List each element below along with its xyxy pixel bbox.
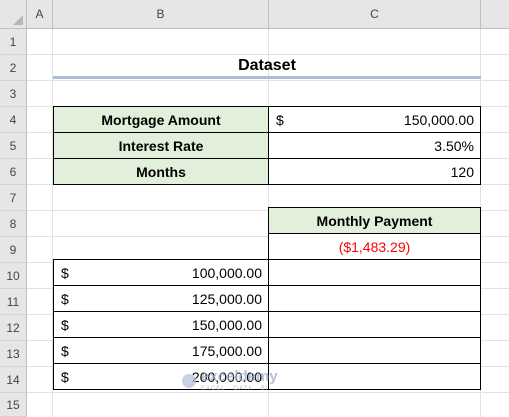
grid-line	[27, 392, 509, 393]
payment-cell[interactable]	[268, 285, 481, 312]
row-header-3[interactable]: 3	[0, 81, 27, 107]
grid-line	[27, 80, 509, 81]
watermark-name: exceldemy	[201, 368, 278, 385]
row-header-13[interactable]: 13	[0, 341, 27, 367]
currency-symbol: $	[61, 368, 69, 385]
payment-cell[interactable]	[268, 337, 481, 364]
row-header-6[interactable]: 6	[0, 159, 27, 185]
currency-symbol: $	[276, 111, 284, 128]
currency-symbol: $	[61, 316, 69, 333]
cell-value: 150,000.00	[403, 111, 474, 128]
row-header-4[interactable]: 4	[0, 107, 27, 133]
currency-symbol: $	[61, 342, 69, 359]
column-header-c[interactable]: C	[269, 0, 481, 29]
monthly-payment-header[interactable]: Monthly Payment	[268, 207, 481, 234]
cell-value: 150,000.00	[191, 316, 262, 333]
column-header-b[interactable]: B	[53, 0, 269, 29]
row-header-9[interactable]: 9	[0, 237, 27, 263]
mortgage-amount-value[interactable]: $ 150,000.00	[268, 106, 481, 133]
months-value[interactable]: 120	[268, 158, 481, 185]
row-header-8[interactable]: 8	[0, 211, 27, 237]
amount-cell[interactable]: $ 100,000.00	[53, 259, 269, 286]
row-header-14[interactable]: 14	[0, 367, 27, 393]
amount-cell[interactable]: $ 175,000.00	[53, 337, 269, 364]
payment-cell[interactable]	[268, 363, 481, 390]
cell-value: 125,000.00	[191, 290, 262, 307]
row-header-7[interactable]: 7	[0, 185, 27, 211]
payment-cell[interactable]	[268, 311, 481, 338]
amount-cell[interactable]: $ 150,000.00	[53, 311, 269, 338]
row-header-5[interactable]: 5	[0, 133, 27, 159]
cell-value: 175,000.00	[191, 342, 262, 359]
watermark-tagline: EXCEL · DATA · BI	[201, 386, 269, 392]
column-header-a[interactable]: A	[27, 0, 53, 29]
dataset-title[interactable]: Dataset	[53, 55, 481, 77]
row-header-11[interactable]: 11	[0, 289, 27, 315]
currency-symbol: $	[61, 264, 69, 281]
monthly-payment-result[interactable]: ($1,483.29)	[268, 233, 481, 260]
row-header-1[interactable]: 1	[0, 29, 27, 55]
row-header-15[interactable]: 15	[0, 393, 27, 417]
exceldemy-logo-icon	[182, 373, 196, 388]
months-label[interactable]: Months	[53, 158, 269, 185]
row-header-10[interactable]: 10	[0, 263, 27, 289]
currency-symbol: $	[61, 290, 69, 307]
payment-cell[interactable]	[268, 259, 481, 286]
row-header-2[interactable]: 2	[0, 55, 27, 81]
mortgage-amount-label[interactable]: Mortgage Amount	[53, 106, 269, 133]
title-underline	[53, 76, 481, 79]
cell-value: 100,000.00	[191, 264, 262, 281]
select-all-corner[interactable]	[0, 0, 27, 29]
interest-rate-label[interactable]: Interest Rate	[53, 132, 269, 159]
interest-rate-value[interactable]: 3.50%	[268, 132, 481, 159]
column-header-d[interactable]	[481, 0, 509, 29]
row-header-12[interactable]: 12	[0, 315, 27, 341]
watermark: exceldemy EXCEL · DATA · BI	[182, 369, 278, 392]
amount-cell[interactable]: $ 125,000.00	[53, 285, 269, 312]
